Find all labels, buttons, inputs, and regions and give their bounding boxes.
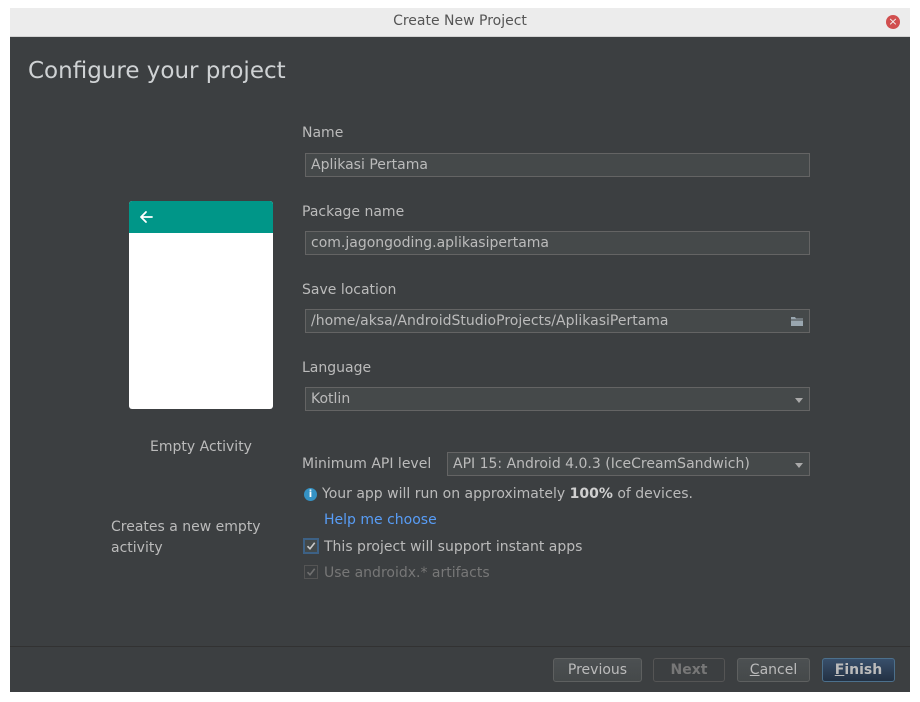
package-name-label: Package name xyxy=(302,204,405,220)
androidx-checkbox xyxy=(304,565,318,579)
activity-description: Creates a new empty activity xyxy=(111,519,261,556)
info-suffix: of devices. xyxy=(612,486,693,502)
save-location-value: /home/aksa/AndroidStudioProjects/Aplikas… xyxy=(311,313,669,329)
min-api-label: Minimum API level xyxy=(302,456,432,472)
save-location-label: Save location xyxy=(302,282,397,298)
androidx-option: Use androidx.* artifacts xyxy=(304,565,490,581)
instant-apps-label: This project will support instant apps xyxy=(324,539,583,555)
min-api-value: API 15: Android 4.0.3 (IceCreamSandwich) xyxy=(453,456,750,472)
language-value: Kotlin xyxy=(311,391,351,407)
finish-mnemonic: F xyxy=(834,662,845,678)
checkmark-icon xyxy=(306,542,316,551)
back-arrow-icon xyxy=(140,211,153,223)
checkmark-icon xyxy=(306,568,316,577)
page-title: Configure your project xyxy=(28,58,286,84)
finish-button[interactable]: Finish xyxy=(822,658,895,682)
cancel-button[interactable]: Cancel xyxy=(737,658,810,682)
previous-button[interactable]: Previous xyxy=(553,658,642,682)
save-location-input[interactable]: /home/aksa/AndroidStudioProjects/Aplikas… xyxy=(305,309,810,333)
folder-icon[interactable] xyxy=(790,315,804,327)
chevron-down-icon xyxy=(795,398,803,403)
androidx-label: Use androidx.* artifacts xyxy=(324,565,490,581)
preview-app-bar xyxy=(129,201,273,233)
package-name-input[interactable]: com.jagongoding.aplikasipertama xyxy=(305,231,810,255)
activity-name: Empty Activity xyxy=(150,439,252,455)
dialog-footer: Previous Next Cancel Finish xyxy=(10,647,910,692)
info-icon: i xyxy=(304,488,317,501)
close-icon[interactable]: × xyxy=(886,15,900,29)
create-project-dialog: Create New Project × Configure your proj… xyxy=(10,8,910,692)
language-dropdown[interactable]: Kotlin xyxy=(305,387,810,411)
min-api-dropdown[interactable]: API 15: Android 4.0.3 (IceCreamSandwich) xyxy=(447,452,810,476)
name-input[interactable]: Aplikasi Pertama xyxy=(305,153,810,177)
window-title: Create New Project xyxy=(393,13,527,29)
language-label: Language xyxy=(302,360,372,376)
cancel-mnemonic: C xyxy=(749,662,760,678)
activity-preview xyxy=(129,201,273,409)
device-coverage-info: i Your app will run on approximately 100%… xyxy=(304,486,693,502)
help-me-choose-link[interactable]: Help me choose xyxy=(324,512,437,528)
instant-apps-option[interactable]: This project will support instant apps xyxy=(304,539,582,555)
finish-label: inish xyxy=(844,662,883,678)
name-label: Name xyxy=(302,125,344,141)
cancel-label: ancel xyxy=(759,662,798,678)
instant-apps-checkbox[interactable] xyxy=(304,539,318,553)
info-percent: 100% xyxy=(569,486,613,502)
chevron-down-icon xyxy=(795,463,803,468)
info-prefix: Your app will run on approximately xyxy=(322,486,570,502)
title-bar[interactable]: Create New Project × xyxy=(10,8,910,37)
next-button[interactable]: Next xyxy=(653,658,725,682)
